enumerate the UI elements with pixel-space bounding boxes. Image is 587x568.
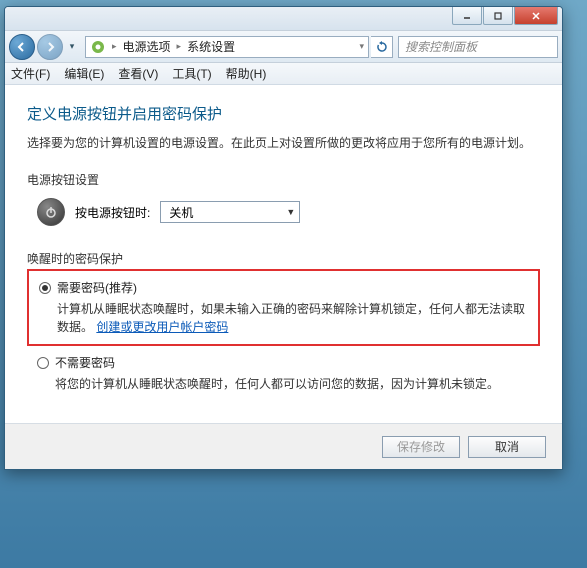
search-placeholder: 搜索控制面板 bbox=[405, 38, 477, 55]
close-icon bbox=[531, 11, 541, 21]
chevron-right-icon: ▸ bbox=[177, 41, 182, 52]
search-input[interactable]: 搜索控制面板 bbox=[398, 36, 558, 58]
save-button[interactable]: 保存修改 bbox=[382, 436, 460, 458]
require-password-option[interactable]: 需要密码(推荐) 计算机从睡眠状态唤醒时，如果未输入正确的密码来解除计算机锁定，… bbox=[27, 269, 540, 346]
radio-require-password[interactable] bbox=[39, 282, 51, 294]
power-action-value: 关机 bbox=[169, 204, 193, 221]
close-button[interactable] bbox=[514, 7, 558, 25]
control-panel-window: ▾ ▸ 电源选项 ▸ 系统设置 ▾ 搜索控制面板 文件(F) 编辑(E) 查看(… bbox=[4, 6, 563, 470]
minimize-icon bbox=[462, 11, 472, 21]
menu-view[interactable]: 查看(V) bbox=[118, 65, 158, 82]
history-dropdown[interactable]: ▾ bbox=[65, 41, 79, 52]
no-password-desc: 将您的计算机从睡眠状态唤醒时，任何人都可以访问您的数据，因为计算机未锁定。 bbox=[37, 375, 530, 393]
power-button-section-label: 电源按钮设置 bbox=[27, 171, 540, 188]
menu-tools[interactable]: 工具(T) bbox=[172, 65, 211, 82]
nav-row: ▾ ▸ 电源选项 ▸ 系统设置 ▾ 搜索控制面板 bbox=[5, 31, 562, 63]
minimize-button[interactable] bbox=[452, 7, 482, 25]
menu-bar: 文件(F) 编辑(E) 查看(V) 工具(T) 帮助(H) bbox=[5, 63, 562, 85]
page-description: 选择要为您的计算机设置的电源设置。在此页上对设置所做的更改将应用于您所有的电源计… bbox=[27, 134, 540, 151]
chevron-down-icon[interactable]: ▾ bbox=[359, 41, 364, 52]
back-button[interactable] bbox=[9, 34, 35, 60]
power-action-select[interactable]: 关机 ▼ bbox=[160, 201, 300, 223]
refresh-button[interactable] bbox=[371, 36, 393, 58]
chevron-down-icon: ▼ bbox=[286, 207, 295, 217]
maximize-button[interactable] bbox=[483, 7, 513, 25]
power-button-row: 按电源按钮时: 关机 ▼ bbox=[27, 198, 540, 226]
maximize-icon bbox=[493, 11, 503, 21]
content-area: 定义电源按钮并启用密码保护 选择要为您的计算机设置的电源设置。在此页上对设置所做… bbox=[5, 85, 562, 423]
refresh-icon bbox=[376, 41, 388, 53]
forward-button[interactable] bbox=[37, 34, 63, 60]
menu-edit[interactable]: 编辑(E) bbox=[64, 65, 104, 82]
require-password-title: 需要密码(推荐) bbox=[57, 279, 137, 296]
menu-help[interactable]: 帮助(H) bbox=[226, 65, 267, 82]
create-password-link[interactable]: 创建或更改用户帐户密码 bbox=[96, 320, 228, 334]
power-button-label: 按电源按钮时: bbox=[75, 204, 150, 221]
wake-section-label: 唤醒时的密码保护 bbox=[27, 250, 540, 267]
power-icon bbox=[37, 198, 65, 226]
page-title: 定义电源按钮并启用密码保护 bbox=[27, 103, 540, 124]
address-bar[interactable]: ▸ 电源选项 ▸ 系统设置 ▾ bbox=[85, 36, 369, 58]
back-icon bbox=[16, 41, 28, 53]
breadcrumb-item[interactable]: 系统设置 bbox=[187, 38, 235, 55]
titlebar bbox=[5, 7, 562, 31]
forward-icon bbox=[44, 41, 56, 53]
breadcrumb-item[interactable]: 电源选项 bbox=[123, 38, 171, 55]
footer: 保存修改 取消 bbox=[5, 423, 562, 469]
chevron-right-icon: ▸ bbox=[112, 41, 117, 52]
cancel-button[interactable]: 取消 bbox=[468, 436, 546, 458]
no-password-title: 不需要密码 bbox=[55, 354, 115, 371]
radio-no-password[interactable] bbox=[37, 357, 49, 369]
power-options-icon bbox=[90, 39, 106, 55]
no-password-option[interactable]: 不需要密码 将您的计算机从睡眠状态唤醒时，任何人都可以访问您的数据，因为计算机未… bbox=[27, 346, 540, 401]
menu-file[interactable]: 文件(F) bbox=[11, 65, 50, 82]
require-password-desc: 计算机从睡眠状态唤醒时，如果未输入正确的密码来解除计算机锁定，任何人都无法读取数… bbox=[39, 300, 528, 336]
